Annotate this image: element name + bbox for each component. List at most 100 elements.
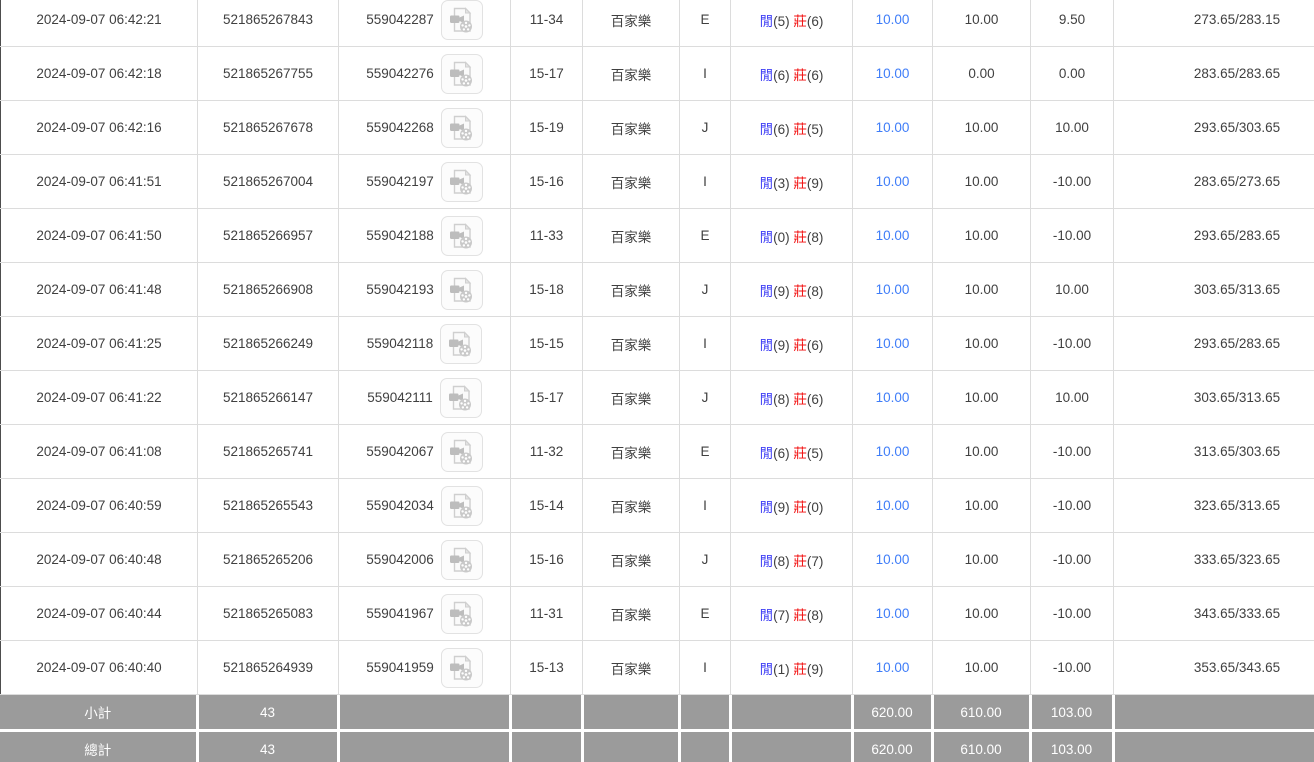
bet-id-cell: 521865265543 [198,479,339,533]
game-name-cell: 百家樂 [583,587,680,641]
bet-time-cell: 2024-09-07 06:40:59 [1,479,198,533]
player-result-score: (8) [773,392,790,407]
total-valid-bet: 610.00 [932,731,1030,762]
player-result-label: 閒 [760,554,774,569]
round-number: 559042188 [366,228,434,243]
player-result-label: 閒 [760,14,774,29]
video-replay-icon [449,60,475,88]
banker-result-label: 莊 [793,230,807,245]
result-cell: 閒(5) 莊(6) [731,0,853,47]
subtotal-payout: 103.00 [1030,695,1113,731]
banker-result-score: (9) [807,662,824,677]
bet-amount-cell: 10.00 [853,317,933,371]
payout-cell: 10.00 [1031,263,1114,317]
bet-amount-link[interactable]: 10.00 [876,390,910,405]
shoe-round-cell: 15-19 [511,101,583,155]
banker-result-label: 莊 [793,122,807,137]
valid-bet-cell: 10.00 [933,101,1031,155]
video-replay-icon [449,276,475,304]
bet-amount-link[interactable]: 10.00 [876,660,910,675]
game-name-cell: 百家樂 [583,263,680,317]
bet-id-cell: 521865266249 [198,317,339,371]
round-cell: 559042287 [339,0,511,47]
table-code-cell: I [680,155,731,209]
bet-amount-link[interactable]: 10.00 [876,498,910,513]
empty-cell [582,731,679,762]
bet-amount-link[interactable]: 10.00 [876,66,910,81]
replay-video-button[interactable] [441,162,483,202]
bet-amount-link[interactable]: 10.00 [876,282,910,297]
total-payout: 103.00 [1030,731,1113,762]
bet-amount-cell: 10.00 [853,0,933,47]
bet-id-cell: 521865267004 [198,155,339,209]
replay-video-button[interactable] [441,540,483,580]
replay-video-button[interactable] [441,432,483,472]
shoe-round-cell: 15-16 [511,155,583,209]
bet-history-table: 2024-09-07 06:42:21 521865267843 5590422… [0,0,1314,695]
bet-time-cell: 2024-09-07 06:42:21 [1,0,198,47]
replay-video-button[interactable] [441,486,483,526]
shoe-round-cell: 11-33 [511,209,583,263]
game-name-cell: 百家樂 [583,533,680,587]
round-number: 559042034 [366,498,434,513]
round-number: 559042193 [366,282,434,297]
video-replay-icon [449,600,475,628]
banker-result-label: 莊 [793,68,807,83]
player-result-score: (9) [773,338,790,353]
replay-video-button[interactable] [441,108,483,148]
replay-video-button[interactable] [441,54,483,94]
banker-result-score: (9) [807,176,824,191]
bet-amount-cell: 10.00 [853,47,933,101]
banker-result-score: (6) [807,14,824,29]
bet-amount-link[interactable]: 10.00 [876,444,910,459]
table-code-cell: J [680,101,731,155]
table-code-cell: E [680,209,731,263]
balance-cell: 293.65/283.65 [1114,209,1314,263]
bet-amount-link[interactable]: 10.00 [876,174,910,189]
game-name-cell: 百家樂 [583,0,680,47]
game-name-cell: 百家樂 [583,209,680,263]
player-result-label: 閒 [760,662,774,677]
bet-amount-link[interactable]: 10.00 [876,120,910,135]
valid-bet-cell: 10.00 [933,209,1031,263]
bet-amount-link[interactable]: 10.00 [876,228,910,243]
bet-amount-link[interactable]: 10.00 [876,606,910,621]
replay-video-button[interactable] [441,594,483,634]
player-result-label: 閒 [760,338,774,353]
table-code-cell: E [680,0,731,47]
result-cell: 閒(7) 莊(8) [731,587,853,641]
player-result-label: 閒 [760,122,774,137]
replay-video-button[interactable] [441,648,483,688]
bet-amount-link[interactable]: 10.00 [876,12,910,27]
game-name-cell: 百家樂 [583,425,680,479]
banker-result-score: (6) [807,68,824,83]
replay-video-button[interactable] [440,378,482,418]
game-name-cell: 百家樂 [583,371,680,425]
banker-result-label: 莊 [793,176,807,191]
bet-id-cell: 521865266147 [198,371,339,425]
bet-amount-link[interactable]: 10.00 [876,552,910,567]
balance-cell: 293.65/303.65 [1114,101,1314,155]
valid-bet-cell: 10.00 [933,425,1031,479]
banker-result-score: (5) [807,122,824,137]
payout-cell: -10.00 [1031,209,1114,263]
bet-amount-link[interactable]: 10.00 [876,336,910,351]
bet-time-cell: 2024-09-07 06:41:48 [1,263,198,317]
result-cell: 閒(9) 莊(8) [731,263,853,317]
replay-video-button[interactable] [440,324,482,364]
player-result-score: (8) [773,554,790,569]
round-number: 559042268 [366,120,434,135]
table-code-cell: I [680,47,731,101]
banker-result-score: (8) [807,608,824,623]
result-cell: 閒(9) 莊(6) [731,317,853,371]
replay-video-button[interactable] [441,0,483,40]
banker-result-score: (0) [807,500,824,515]
replay-video-button[interactable] [441,216,483,256]
replay-video-button[interactable] [441,270,483,310]
video-replay-icon [449,114,475,142]
video-replay-icon [449,654,475,682]
bet-id-cell: 521865265206 [198,533,339,587]
shoe-round-cell: 15-16 [511,533,583,587]
bet-id-cell: 521865266957 [198,209,339,263]
video-replay-icon [449,168,475,196]
